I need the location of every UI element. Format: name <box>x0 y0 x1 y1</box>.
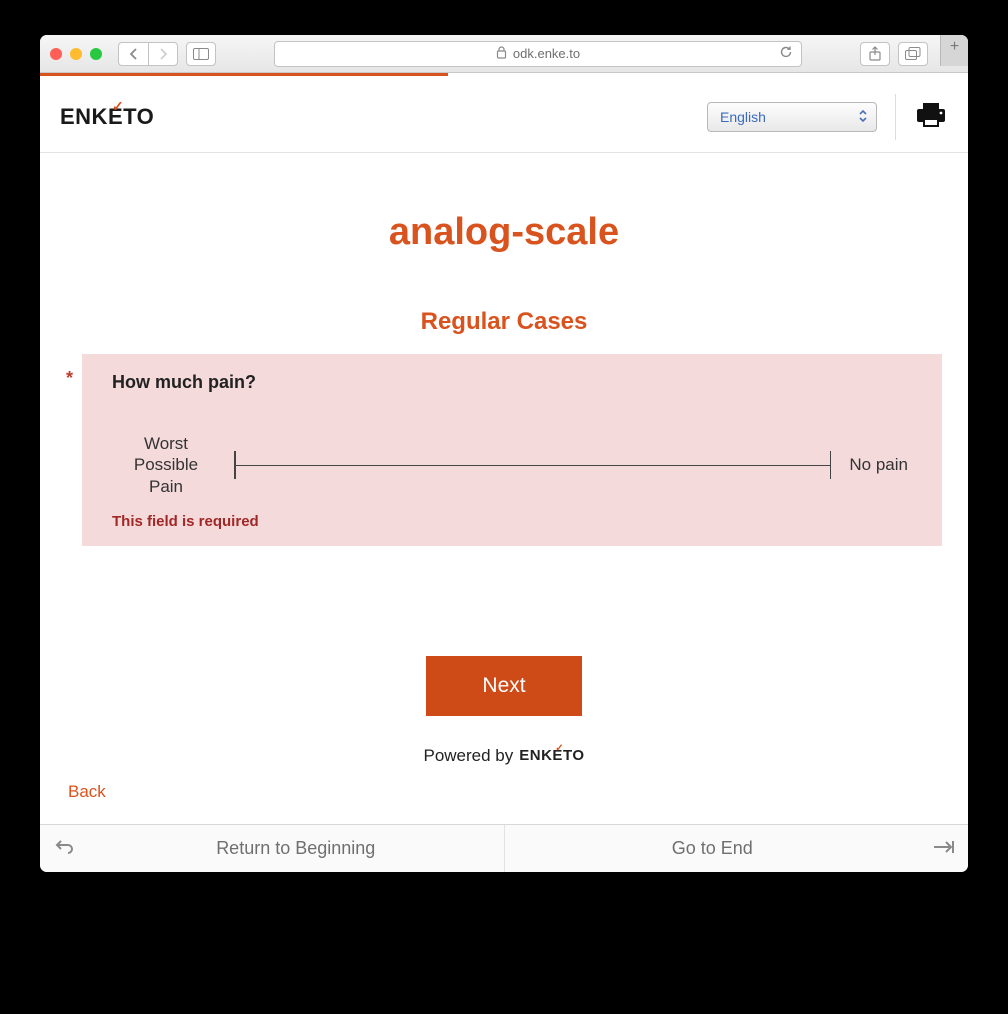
tabs-button[interactable] <box>898 42 928 66</box>
close-window-button[interactable] <box>50 48 62 60</box>
undo-icon[interactable] <box>40 837 88 860</box>
window-controls <box>50 48 102 60</box>
select-arrows-icon <box>858 109 868 126</box>
section-title: Regular Cases <box>66 308 942 336</box>
sidebar-toggle-button[interactable] <box>186 42 216 66</box>
footer-bar: Return to Beginning Go to End <box>40 824 968 872</box>
lock-icon <box>496 46 507 62</box>
next-button[interactable]: Next <box>426 656 581 716</box>
page-load-progress <box>40 73 968 76</box>
share-button[interactable] <box>860 42 890 66</box>
question-label: How much pain? <box>112 372 912 393</box>
header-divider <box>895 94 896 140</box>
powered-by-logo: ENKETO✓ <box>519 747 584 764</box>
url-text: odk.enke.to <box>513 46 580 61</box>
back-button[interactable] <box>118 42 148 66</box>
scale-left-label: Worst Possible Pain <box>116 433 216 497</box>
scale-right-label: No pain <box>849 454 908 475</box>
minimize-window-button[interactable] <box>70 48 82 60</box>
language-value: English <box>720 109 766 125</box>
print-button[interactable] <box>914 98 948 137</box>
back-link[interactable]: Back <box>66 776 942 814</box>
form-content: analog-scale Regular Cases * How much pa… <box>40 153 968 824</box>
forward-button[interactable] <box>148 42 178 66</box>
logo-text: ENKETO <box>60 104 154 129</box>
form-title: analog-scale <box>66 211 942 254</box>
scale-slider[interactable] <box>234 451 831 479</box>
maximize-window-button[interactable] <box>90 48 102 60</box>
app-header: ENKETO ✓ English <box>40 76 968 153</box>
question-block: * How much pain? Worst Possible Pain No … <box>82 354 942 546</box>
required-asterisk: * <box>66 368 73 389</box>
titlebar: odk.enke.to + <box>40 35 968 73</box>
validation-error: This field is required <box>112 513 912 530</box>
go-to-end-button[interactable]: Go to End <box>505 838 921 859</box>
analog-scale: Worst Possible Pain No pain <box>112 433 912 505</box>
reload-icon[interactable] <box>779 45 793 62</box>
logo-check-icon: ✓ <box>112 98 124 115</box>
browser-window: odk.enke.to + ENKETO ✓ English <box>40 35 968 872</box>
go-end-icon[interactable] <box>920 837 968 860</box>
url-bar[interactable]: odk.enke.to <box>274 41 802 67</box>
powered-by-text: Powered by <box>423 746 513 766</box>
return-to-beginning-button[interactable]: Return to Beginning <box>88 838 504 859</box>
nav-buttons <box>118 42 178 66</box>
language-select[interactable]: English <box>707 102 877 132</box>
new-tab-button[interactable]: + <box>940 35 968 66</box>
powered-by: Powered by ENKETO✓ <box>66 746 942 766</box>
toolbar-right <box>860 42 928 66</box>
enketo-logo: ENKETO ✓ <box>60 104 154 130</box>
